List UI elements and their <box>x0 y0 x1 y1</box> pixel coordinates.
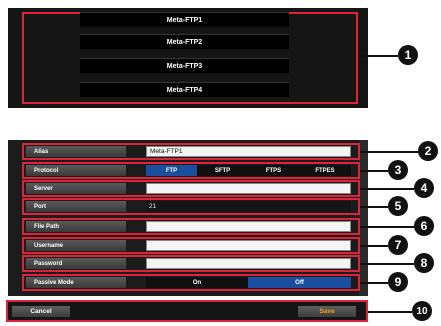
server-label: Server <box>26 183 126 194</box>
callout-2: 2 <box>418 141 438 161</box>
protocol-option-ftp[interactable]: FTP <box>146 165 197 176</box>
callout-10-leader <box>368 311 412 313</box>
callout-3: 3 <box>388 160 408 180</box>
cancel-button[interactable]: Cancel <box>12 306 70 317</box>
protocol-option-ftpes[interactable]: FTPES <box>299 165 351 176</box>
passive-mode-label: Passive Mode <box>26 277 126 288</box>
save-button[interactable]: Save <box>298 306 356 317</box>
protocol-label: Protocol <box>26 165 126 176</box>
ftp-list-item-2[interactable]: Meta-FTP2 <box>80 34 289 49</box>
protocol-option-sftp[interactable]: SFTP <box>197 165 248 176</box>
callout-6: 6 <box>414 216 434 236</box>
callout-2-leader <box>360 151 422 153</box>
callout-3-leader <box>360 170 388 172</box>
callout-4-leader <box>360 188 414 190</box>
callout-8: 8 <box>414 253 434 273</box>
password-field[interactable] <box>146 258 351 269</box>
ftp-list-item-1[interactable]: Meta-FTP1 <box>80 12 289 27</box>
protocol-option-ftps[interactable]: FTPS <box>248 165 299 176</box>
port-field[interactable]: 21 <box>146 201 351 212</box>
username-label: Username <box>26 240 126 251</box>
callout-8-leader <box>360 263 414 265</box>
callout-7: 7 <box>388 235 408 255</box>
port-label: Port <box>26 201 126 212</box>
callout-5-leader <box>360 206 388 208</box>
file-path-label: File Path <box>26 221 126 232</box>
username-field[interactable] <box>146 240 351 251</box>
settings-scrollbar[interactable] <box>359 140 368 296</box>
password-label: Password <box>26 258 126 269</box>
passive-mode-option-off[interactable]: Off <box>248 277 351 288</box>
ftp-list-item-3[interactable]: Meta-FTP3 <box>80 58 289 73</box>
alias-field[interactable]: Meta-FTP1 <box>146 146 351 157</box>
alias-label: Alias <box>26 146 126 157</box>
callout-10: 10 <box>412 301 432 321</box>
callout-1-leader <box>358 55 398 57</box>
callout-1: 1 <box>398 45 418 65</box>
callout-9-leader <box>360 282 388 284</box>
callout-9: 9 <box>388 272 408 292</box>
server-field[interactable] <box>146 183 351 194</box>
file-path-field[interactable] <box>146 221 351 232</box>
callout-4: 4 <box>414 178 434 198</box>
callout-5: 5 <box>388 196 408 216</box>
ftp-list-item-4[interactable]: Meta-FTP4 <box>80 82 289 97</box>
passive-mode-option-on[interactable]: On <box>146 277 248 288</box>
callout-6-leader <box>360 226 414 228</box>
callout-7-leader <box>360 245 388 247</box>
